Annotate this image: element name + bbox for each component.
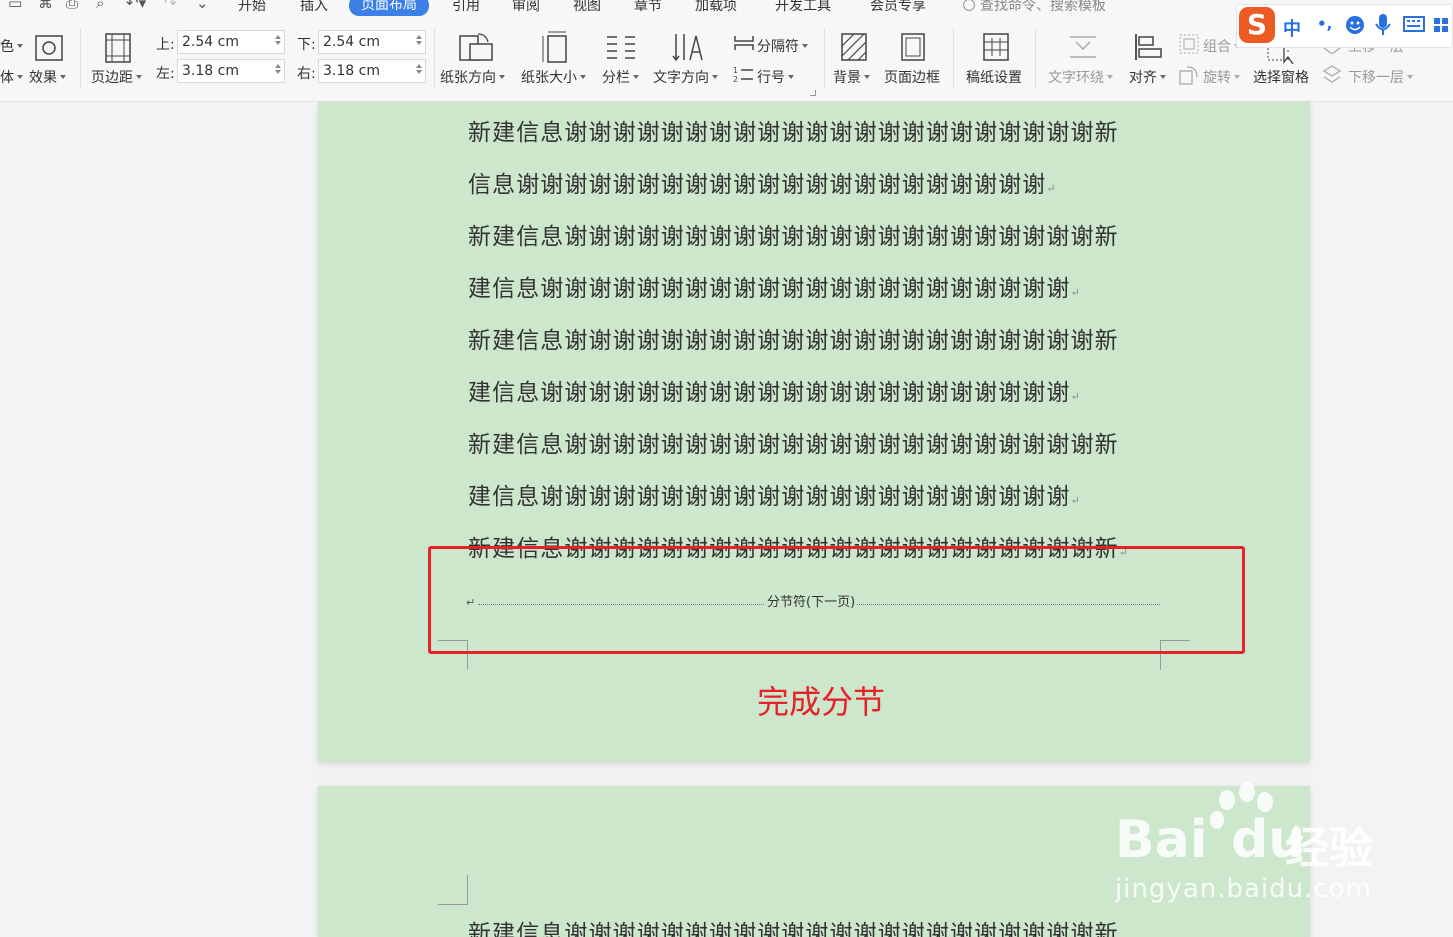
crop-mark (438, 875, 468, 905)
margin-bottom-stepper[interactable] (415, 33, 423, 51)
voice-input-icon[interactable] (1375, 13, 1391, 37)
paragraph-line[interactable]: 建信息谢谢谢谢谢谢谢谢谢谢谢谢谢谢谢谢谢谢谢谢谢谢↵ (468, 477, 1081, 511)
ime-mode-toggle[interactable]: 中 (1283, 15, 1301, 41)
paragraph-line[interactable]: 新建信息谢谢谢谢谢谢谢谢谢谢谢谢谢谢谢谢谢谢谢谢谢谢新 (468, 425, 1119, 459)
print-preview-icon[interactable]: ⌕ (96, 0, 104, 12)
tab-review[interactable]: 审阅 (512, 0, 540, 16)
margin-right-input[interactable]: 3.18 cm (318, 59, 426, 83)
group-separator (80, 28, 81, 88)
orientation-icon (459, 33, 493, 61)
columns-icon (607, 36, 635, 59)
group-icon (1179, 34, 1199, 54)
tab-references[interactable]: 引用 (452, 0, 480, 16)
line-numbers-icon: 12 (733, 66, 753, 84)
margin-left-label: 左: (156, 66, 175, 82)
margin-left-stepper[interactable] (274, 62, 282, 80)
paragraph-line[interactable]: 新建信息谢谢谢谢谢谢谢谢谢谢谢谢谢谢谢谢谢谢谢谢谢谢新 (468, 321, 1119, 355)
group-separator (1035, 28, 1036, 88)
print-icon[interactable]: ⎙ (66, 0, 78, 12)
watermark-brand: Bai (1115, 810, 1208, 870)
paragraph-line[interactable]: 建信息谢谢谢谢谢谢谢谢谢谢谢谢谢谢谢谢谢谢谢谢谢谢↵ (468, 373, 1081, 407)
tab-developer[interactable]: 开发工具 (775, 0, 831, 16)
svg-text:1: 1 (733, 66, 738, 75)
paragraph-mark-icon: ↵ (1070, 494, 1081, 507)
paragraph-mark-icon: ↵ (1070, 390, 1081, 403)
tab-member[interactable]: 会员专享 (870, 0, 926, 16)
paragraph-line[interactable]: 信息谢谢谢谢谢谢谢谢谢谢谢谢谢谢谢谢谢谢谢谢谢谢↵ (468, 165, 1057, 199)
paragraph-mark-icon: ↵ (1070, 286, 1081, 299)
tab-home[interactable]: 开始 (238, 0, 266, 16)
margin-top-stepper[interactable] (274, 33, 282, 51)
theme-colors-button[interactable]: 色 (0, 36, 23, 56)
tab-add-ins[interactable]: 加载项 (695, 0, 737, 16)
highlight-box (428, 546, 1245, 654)
margin-top-label: 上: (156, 37, 175, 53)
ime-menu-icon[interactable] (1433, 17, 1449, 33)
customize-toolbar-icon[interactable]: ⌄ (196, 0, 209, 12)
ime-punct-toggle[interactable]: •, (1317, 15, 1332, 33)
ime-toolbar[interactable]: S 中 •, (1236, 4, 1453, 48)
document-page-1[interactable]: 新建信息谢谢谢谢谢谢谢谢谢谢谢谢谢谢谢谢谢谢谢谢谢谢新 信息谢谢谢谢谢谢谢谢谢谢… (318, 102, 1310, 762)
margin-right-label: 右: (297, 66, 316, 82)
tab-page-layout[interactable]: 页面布局 (349, 0, 429, 16)
page-setup-dialog-launcher[interactable] (810, 90, 816, 96)
baidu-watermark: Bai du 经验 jingyan.baidu.com (1115, 782, 1435, 912)
manuscript-icon (983, 33, 1009, 61)
tab-insert[interactable]: 插入 (300, 0, 328, 16)
watermark-url: jingyan.baidu.com (1115, 874, 1372, 904)
command-search[interactable]: 查找命令、搜索模板 (963, 0, 1106, 16)
tab-chapter[interactable]: 章节 (634, 0, 662, 16)
group-separator (824, 28, 825, 88)
margin-left-input[interactable]: 3.18 cm (177, 59, 285, 83)
annotation-text: 完成分节 (757, 683, 886, 721)
theme-fonts-button[interactable]: 体 (0, 67, 23, 87)
group-separator (434, 28, 435, 88)
paragraph-mark-icon: ↵ (1046, 182, 1057, 195)
svg-text:2: 2 (733, 75, 738, 84)
margin-right-stepper[interactable] (415, 62, 423, 80)
breaks-icon (734, 36, 754, 50)
search-placeholder: 查找命令、搜索模板 (980, 0, 1106, 14)
background-icon (841, 33, 867, 61)
paragraph-line[interactable]: 新建信息谢谢谢谢谢谢谢谢谢谢谢谢谢谢谢谢谢谢谢谢谢谢新 (468, 113, 1119, 147)
watermark-jingyan: 经验 (1285, 823, 1373, 874)
effects-icon (35, 35, 63, 61)
group-separator (953, 28, 954, 88)
save-icon[interactable]: ▭ (8, 0, 22, 12)
page-border-icon (901, 33, 925, 61)
emoji-icon[interactable] (1345, 15, 1365, 35)
paragraph-line[interactable]: 新建信息谢谢谢谢谢谢谢谢谢谢谢谢谢谢谢谢谢谢谢谢谢谢新 (468, 217, 1119, 251)
paper-size-icon (542, 31, 567, 63)
send-backward-icon (1322, 65, 1342, 83)
wrap-text-icon (1070, 36, 1096, 58)
paragraph-line[interactable]: 建信息谢谢谢谢谢谢谢谢谢谢谢谢谢谢谢谢谢谢谢谢谢谢↵ (468, 269, 1081, 303)
redo-icon[interactable]: ↷ (164, 0, 177, 12)
soft-keyboard-icon[interactable] (1403, 16, 1425, 32)
search-icon (963, 0, 975, 11)
align-icon (1135, 34, 1162, 60)
margin-bottom-input[interactable]: 2.54 cm (318, 30, 426, 54)
undo-icon[interactable]: ↶▾ (126, 0, 146, 12)
rotate-icon (1179, 66, 1198, 85)
text-direction-icon (672, 34, 703, 62)
margin-top-input[interactable]: 2.54 cm (177, 30, 285, 54)
paragraph-line[interactable]: 新建信息谢谢谢谢谢谢谢谢谢谢谢谢谢谢谢谢谢谢谢谢谢谢新 (468, 914, 1119, 937)
format-painter-icon[interactable]: ⌘ (38, 0, 53, 12)
tab-view[interactable]: 视图 (573, 0, 601, 16)
ime-logo-icon[interactable]: S (1239, 7, 1275, 43)
margin-bottom-label: 下: (297, 37, 316, 53)
margins-icon (105, 33, 131, 63)
